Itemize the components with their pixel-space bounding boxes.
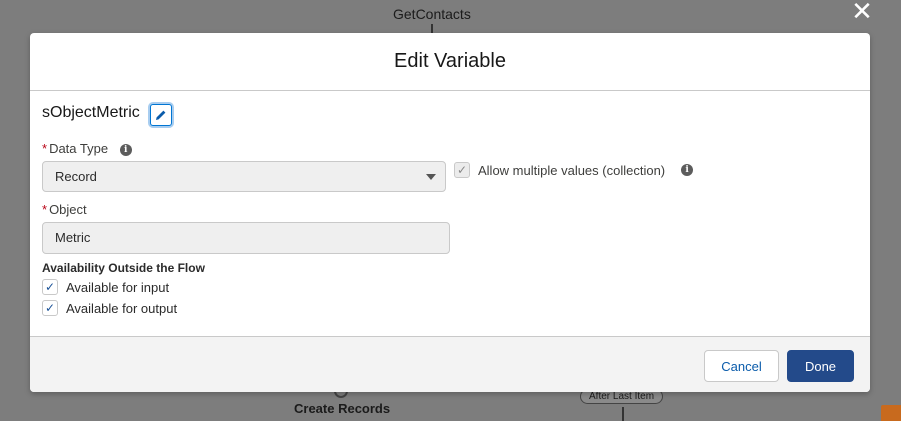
edit-name-button[interactable] xyxy=(150,104,172,126)
done-button[interactable]: Done xyxy=(787,350,854,382)
data-type-value: Record xyxy=(55,169,97,184)
cancel-button[interactable]: Cancel xyxy=(704,350,779,382)
pencil-icon xyxy=(156,110,166,120)
data-type-label: * Data Type i xyxy=(42,141,132,156)
available-for-input-label: Available for input xyxy=(66,279,170,295)
available-for-output-checkbox[interactable]: ✓ xyxy=(42,300,58,316)
edit-variable-modal: Edit Variable sObjectMetric * Data Type i… xyxy=(30,33,870,392)
background-node-title: GetContacts xyxy=(393,6,471,22)
available-for-input-option: ✓ Available for input xyxy=(42,279,169,295)
modal-footer: Cancel Done xyxy=(30,336,870,392)
object-label: * Object xyxy=(42,202,87,217)
info-icon[interactable]: i xyxy=(119,143,132,156)
modal-body: sObjectMetric * Data Type i Record ✓ Allo… xyxy=(30,91,870,336)
background-loop-node xyxy=(881,405,901,421)
background-create-records-label: Create Records xyxy=(294,401,391,416)
available-for-input-checkbox[interactable]: ✓ xyxy=(42,279,58,295)
available-for-output-option: ✓ Available for output xyxy=(42,300,177,316)
allow-multiple-option: ✓ Allow multiple values (collection) i xyxy=(454,162,694,178)
required-indicator: * xyxy=(42,141,48,156)
variable-name: sObjectMetric xyxy=(42,104,140,121)
background-connector xyxy=(622,407,624,421)
object-field[interactable]: Metric xyxy=(42,222,450,254)
close-icon[interactable]: ✕ xyxy=(848,0,876,24)
object-value: Metric xyxy=(55,230,91,245)
availability-heading: Availability Outside the Flow xyxy=(42,261,205,275)
data-type-select[interactable]: Record xyxy=(42,161,446,192)
required-indicator: * xyxy=(42,202,48,217)
info-icon[interactable]: i xyxy=(681,164,694,176)
modal-title: Edit Variable xyxy=(394,50,506,72)
modal-header: Edit Variable xyxy=(30,33,870,91)
available-for-output-label: Available for output xyxy=(66,300,178,316)
chevron-down-icon xyxy=(426,174,436,180)
allow-multiple-label: Allow multiple values (collection) xyxy=(478,162,666,178)
allow-multiple-checkbox[interactable]: ✓ xyxy=(454,162,470,178)
